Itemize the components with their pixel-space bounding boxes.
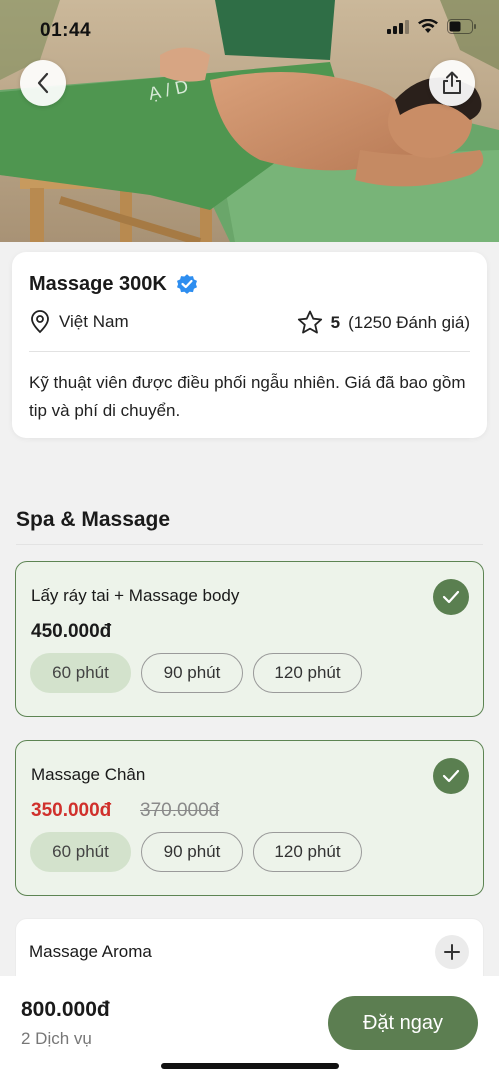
service-sale-price: 350.000đ	[31, 800, 112, 821]
share-icon	[443, 71, 461, 94]
star-icon	[297, 310, 322, 334]
status-bar: 01:44	[0, 0, 499, 56]
section-title: Spa & Massage	[16, 508, 171, 531]
total-price: 800.000đ	[21, 998, 110, 1021]
duration-options: 60 phút 90 phút 120 phút	[30, 832, 362, 872]
duration-options: 60 phút 90 phút 120 phút	[30, 653, 362, 693]
booking-footer: 800.000đ 2 Dịch vụ Đặt ngay	[0, 976, 499, 1079]
verified-icon	[176, 274, 197, 294]
duration-chip-60[interactable]: 60 phút	[30, 653, 131, 693]
service-card[interactable]: Lấy ráy tai + Massage body 450.000đ 60 p…	[15, 561, 484, 717]
service-name: Massage Chân	[31, 765, 146, 784]
status-icons	[387, 19, 477, 34]
service-name: Massage Aroma	[29, 942, 152, 961]
duration-chip-90[interactable]: 90 phút	[141, 832, 243, 872]
wifi-icon	[418, 19, 438, 33]
add-service-button[interactable]	[435, 935, 469, 969]
service-old-price: 370.000đ	[140, 800, 220, 821]
selected-check-button[interactable]	[433, 579, 469, 615]
location-pin-icon	[31, 310, 49, 334]
service-count: 2 Dịch vụ	[21, 1029, 92, 1048]
status-time: 01:44	[40, 20, 92, 41]
duration-chip-60[interactable]: 60 phút	[30, 832, 131, 872]
duration-chip-90[interactable]: 90 phút	[141, 653, 243, 693]
title-row: Massage 300K	[29, 272, 199, 296]
duration-chip-120[interactable]: 120 phút	[253, 653, 362, 693]
signal-icon	[387, 19, 409, 34]
section-divider	[16, 544, 483, 545]
back-arrow-icon	[37, 72, 49, 94]
back-button[interactable]	[20, 60, 66, 106]
location-text: Việt Nam	[59, 312, 129, 331]
divider	[29, 351, 470, 352]
duration-chip-120[interactable]: 120 phút	[253, 832, 362, 872]
selected-check-button[interactable]	[433, 758, 469, 794]
location-row: Việt Nam	[29, 310, 129, 334]
rating-value: 5	[330, 312, 341, 332]
provider-title: Massage 300K	[29, 272, 167, 295]
review-count: (1250 Đánh giá)	[348, 312, 470, 332]
battery-icon	[447, 19, 476, 34]
service-card[interactable]: Massage Chân 350.000đ 370.000đ 60 phút 9…	[15, 740, 484, 896]
share-button[interactable]	[429, 60, 475, 106]
check-icon	[442, 590, 460, 604]
provider-info-card: Massage 300K Việt Nam 5 (1250 Đánh giá) …	[12, 252, 487, 438]
check-icon	[442, 769, 460, 783]
plus-icon	[444, 944, 460, 960]
home-indicator[interactable]	[161, 1063, 339, 1069]
rating-row[interactable]: 5 (1250 Đánh giá)	[297, 310, 470, 335]
service-name: Lấy ráy tai + Massage body	[31, 586, 240, 605]
service-price: 450.000đ	[31, 621, 112, 642]
provider-description: Kỹ thuật viên được điều phối ngẫu nhiên.…	[29, 373, 466, 420]
book-now-button[interactable]: Đặt ngay	[328, 996, 478, 1050]
